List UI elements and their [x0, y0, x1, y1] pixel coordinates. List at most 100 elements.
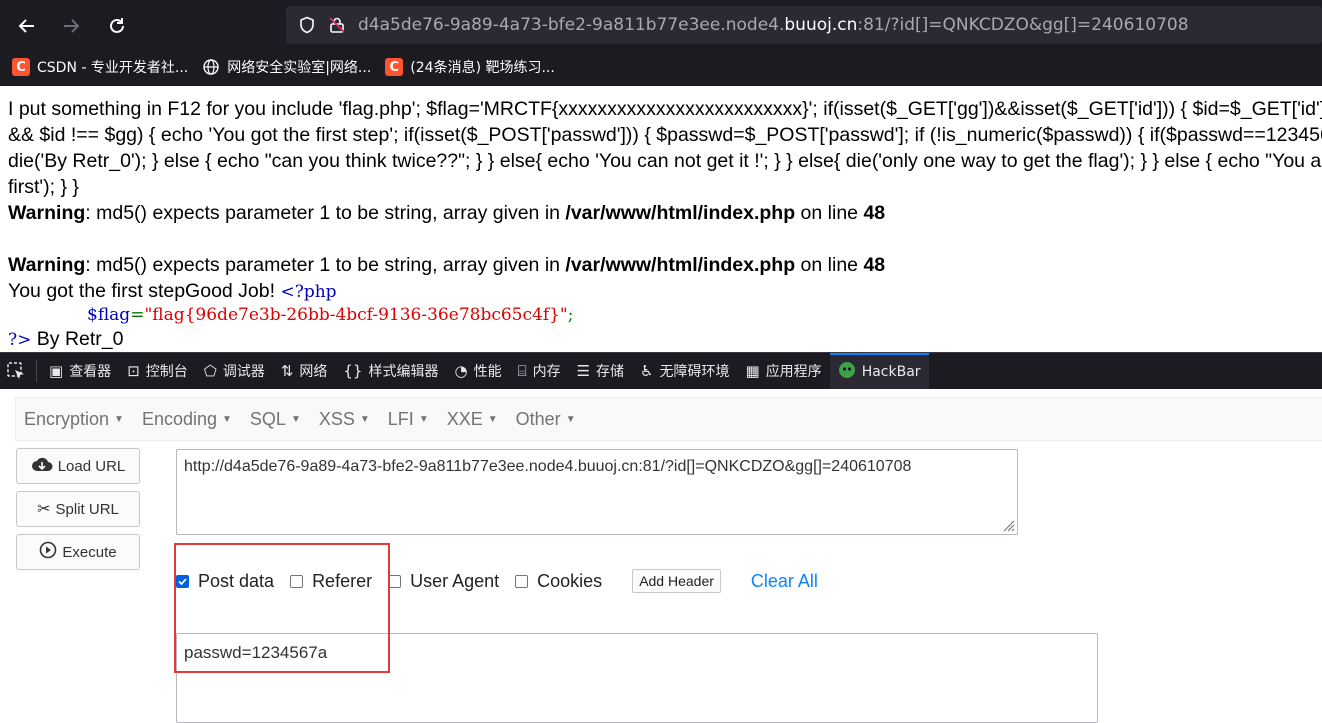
- insecure-lock-icon[interactable]: [328, 16, 346, 34]
- url-textarea[interactable]: http://d4a5de76-9a89-4a73-bfe2-9a811b77e…: [176, 449, 1018, 535]
- menu-sql[interactable]: SQL ▼: [250, 409, 301, 430]
- bookmark-security-lab[interactable]: 网络安全实验室|网络...: [202, 57, 371, 77]
- bookmark-label: 网络安全实验室|网络...: [227, 60, 372, 76]
- checkbox-checked-icon[interactable]: [176, 574, 189, 588]
- checkbox-icon[interactable]: [290, 574, 304, 588]
- option-label: User Agent: [410, 570, 500, 591]
- user-agent-checkbox[interactable]: User Agent: [388, 571, 499, 592]
- network-icon: ⇅: [280, 362, 294, 380]
- tab-label: 样式编辑器: [368, 364, 439, 380]
- add-header-button[interactable]: Add Header: [632, 569, 721, 593]
- hackbar-icon: [838, 361, 856, 383]
- forward-button[interactable]: [54, 9, 88, 43]
- console-icon: ⊡: [127, 362, 140, 380]
- caret-down-icon: ▼: [418, 414, 429, 426]
- warning-on-line: on line: [795, 202, 864, 224]
- page-content: I put something in F12 for you include '…: [8, 96, 1322, 352]
- source-line: I put something in F12 for you include '…: [8, 98, 1322, 120]
- csdn-icon: C: [12, 58, 30, 76]
- menu-encryption[interactable]: Encryption ▼: [24, 409, 124, 430]
- element-picker-icon: [7, 362, 24, 379]
- bookmark-label: CSDN - 专业开发者社...: [37, 60, 189, 76]
- tab-accessibility[interactable]: ♿ 无障碍环境: [632, 353, 737, 389]
- inspector-icon: ▣: [49, 362, 64, 380]
- address-bar[interactable]: d4a5de76-9a89-4a73-bfe2-9a811b77e3ee.nod…: [286, 6, 1322, 44]
- button-label: Split URL: [55, 500, 119, 518]
- warning-text: : md5() expects parameter 1 to be string…: [85, 202, 566, 224]
- options-row: Post data Referer User Agent Cookies Add…: [176, 569, 818, 593]
- menu-encoding[interactable]: Encoding ▼: [142, 409, 232, 430]
- caret-down-icon: ▼: [487, 414, 498, 426]
- menu-lfi[interactable]: LFI ▼: [388, 409, 429, 430]
- tab-memory[interactable]: ⌸ 内存: [510, 353, 569, 389]
- tab-performance[interactable]: ◔ 性能: [446, 353, 509, 389]
- warning-message: Warning: md5() expects parameter 1 to be…: [8, 252, 1322, 278]
- post-data-checkbox[interactable]: Post data: [176, 571, 274, 592]
- flag-semicolon: ;: [567, 305, 574, 325]
- menu-other[interactable]: Other ▼: [516, 409, 576, 430]
- application-icon: ▦: [745, 362, 760, 380]
- style-editor-icon: {}: [343, 362, 363, 380]
- tab-console[interactable]: ⊡ 控制台: [119, 353, 196, 389]
- flag-variable: $flag: [87, 305, 131, 325]
- source-line: && $id !== $gg) { echo 'You got the firs…: [8, 124, 1322, 146]
- tab-storage[interactable]: ☰ 存储: [569, 353, 632, 389]
- tab-label: 无障碍环境: [659, 364, 730, 380]
- load-url-button[interactable]: Load URL: [16, 448, 140, 484]
- source-line: first'); } }: [8, 176, 79, 198]
- menu-label: SQL: [249, 408, 286, 429]
- button-label: Execute: [62, 543, 117, 561]
- url-text[interactable]: d4a5de76-9a89-4a73-bfe2-9a811b77e3ee.nod…: [358, 15, 1189, 35]
- option-label: Cookies: [537, 570, 603, 591]
- flag-value: "flag{96de7e3b-26bb-4bcf-9136-36e78bc65c…: [144, 305, 568, 325]
- scissors-icon: ✂: [37, 501, 51, 518]
- post-data-textarea[interactable]: passwd=1234567a: [176, 633, 1098, 723]
- success-text: You got the first stepGood Job!: [8, 280, 281, 302]
- flag-equals: =: [130, 305, 145, 325]
- url-host: buuoj.cn: [784, 15, 858, 35]
- tab-label: 性能: [473, 364, 502, 380]
- checkbox-icon[interactable]: [388, 574, 402, 588]
- tab-hackbar[interactable]: HackBar: [829, 353, 929, 389]
- execute-button[interactable]: Execute: [16, 534, 140, 570]
- flag-line: $flag="flag{96de7e3b-26bb-4bcf-9136-36e7…: [8, 304, 1322, 326]
- split-url-button[interactable]: ✂ Split URL: [16, 491, 140, 527]
- menu-xss[interactable]: XSS ▼: [319, 409, 370, 430]
- menu-xxe[interactable]: XXE ▼: [447, 409, 498, 430]
- tab-style-editor[interactable]: {} 样式编辑器: [335, 353, 446, 389]
- element-picker-button[interactable]: [0, 353, 32, 389]
- reload-button[interactable]: [100, 9, 134, 43]
- bookmark-csdn[interactable]: C CSDN - 专业开发者社...: [12, 57, 188, 77]
- warning-file: /var/www/html/index.php: [565, 202, 796, 224]
- tab-label: 网络: [299, 364, 328, 380]
- cookies-checkbox[interactable]: Cookies: [515, 571, 602, 592]
- tab-label: 内存: [532, 364, 561, 380]
- url-prefix: d4a5de76-9a89-4a73-bfe2-9a811b77e3ee.nod…: [358, 15, 785, 35]
- bookmark-label: (24条消息) 靶场练习...: [410, 60, 555, 76]
- referer-checkbox[interactable]: Referer: [290, 571, 372, 592]
- cloud-download-icon: [31, 456, 53, 477]
- resize-handle-icon[interactable]: [1001, 518, 1015, 532]
- browser-toolbar: d4a5de76-9a89-4a73-bfe2-9a811b77e3ee.nod…: [0, 0, 1322, 86]
- url-suffix: :81/?id[]=QNKCDZO&gg[]=240610708: [857, 15, 1189, 35]
- bookmark-range-practice[interactable]: C (24条消息) 靶场练习...: [385, 57, 555, 77]
- back-button[interactable]: [10, 9, 44, 43]
- source-line: die('By Retr_0'); } else { echo "can you…: [8, 150, 1322, 172]
- button-label: Load URL: [57, 457, 126, 475]
- checkbox-icon[interactable]: [515, 574, 529, 588]
- play-circle-icon: [39, 541, 57, 564]
- warning-line-number: 48: [863, 254, 886, 276]
- tab-debugger[interactable]: ⬠ 调试器: [196, 353, 273, 389]
- caret-down-icon: ▼: [290, 414, 301, 426]
- tab-inspector[interactable]: ▣ 查看器: [41, 353, 119, 389]
- clear-all-link[interactable]: Clear All: [751, 571, 818, 592]
- memory-icon: ⌸: [517, 362, 527, 380]
- warning-message: Warning: md5() expects parameter 1 to be…: [8, 200, 1322, 226]
- tab-application[interactable]: ▦ 应用程序: [738, 353, 830, 389]
- tab-network[interactable]: ⇅ 网络: [273, 353, 336, 389]
- tab-label: 调试器: [222, 364, 265, 380]
- hackbar-panel: Encryption ▼ Encoding ▼ SQL ▼ XSS ▼ LFI ▼ XXE…: [0, 389, 1322, 723]
- shield-icon[interactable]: [298, 16, 316, 34]
- csdn-icon: C: [385, 58, 404, 76]
